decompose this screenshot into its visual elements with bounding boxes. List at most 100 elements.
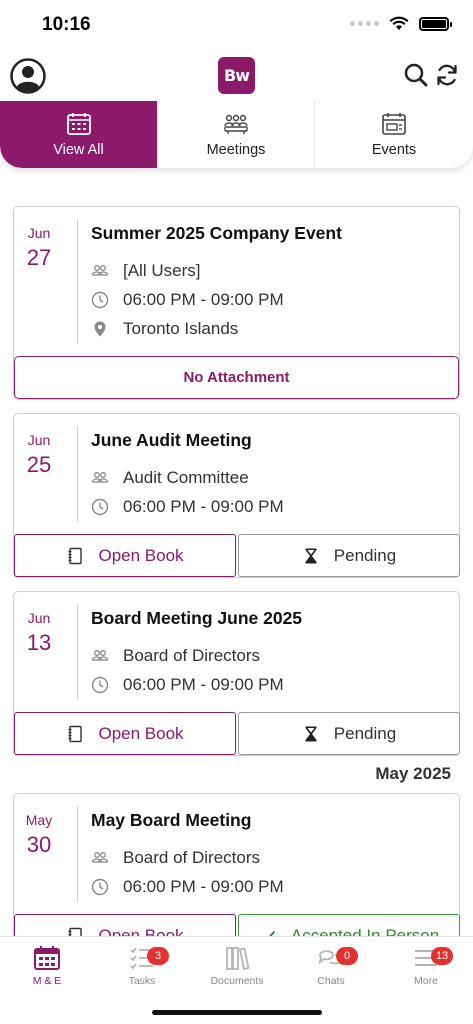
nav-label: Chats	[317, 975, 345, 987]
nav-tasks[interactable]: Tasks 3	[97, 945, 187, 987]
nav-label: M & E	[32, 975, 62, 987]
notebook-icon	[68, 547, 83, 564]
profile-avatar-icon[interactable]	[10, 58, 46, 94]
button-label: Open Book	[98, 723, 184, 743]
divider	[77, 806, 78, 902]
event-card[interactable]: Jun 13 Board Meeting June 2025 Board of …	[13, 591, 460, 756]
chats-badge: 0	[336, 947, 358, 965]
button-label: Open Book	[98, 925, 184, 937]
attendees-row: Board of Directors	[91, 646, 260, 666]
hourglass-icon	[305, 726, 317, 741]
event-month: Jun	[27, 225, 51, 241]
tasks-badge: 3	[147, 947, 169, 965]
event-day: 27	[26, 245, 52, 270]
time-row: 06:00 PM - 09:00 PM	[91, 877, 284, 897]
nav-documents[interactable]: Documents	[192, 945, 282, 987]
home-indicator	[152, 1010, 322, 1015]
tab-events[interactable]: Events	[315, 101, 473, 168]
rsvp-status-button[interactable]: Pending	[238, 712, 460, 755]
event-list[interactable]: Jun 27 Summer 2025 Company Event [All Us…	[0, 168, 473, 936]
event-title: Summer 2025 Company Event	[91, 223, 342, 243]
tab-label: Events	[371, 141, 417, 158]
refresh-icon[interactable]	[434, 62, 460, 88]
event-day: 30	[26, 832, 52, 857]
attendees-row: Audit Committee	[91, 468, 249, 488]
clock-icon	[91, 291, 109, 309]
event-card[interactable]: May 30 May Board Meeting Board of Direct…	[13, 793, 460, 936]
event-day: 13	[26, 630, 52, 655]
time-row: 06:00 PM - 09:00 PM	[91, 497, 284, 517]
location-row: Toronto Islands	[91, 319, 238, 339]
nav-label: Tasks	[128, 975, 156, 987]
tab-meetings[interactable]: Meetings	[158, 101, 315, 168]
calendar-icon	[34, 946, 60, 970]
clock-icon	[91, 878, 109, 896]
button-label: Pending	[333, 545, 397, 565]
event-card[interactable]: Jun 25 June Audit Meeting Audit Committe…	[13, 413, 460, 578]
rsvp-status-button[interactable]: Accepted In Person	[238, 914, 460, 936]
location-text: Toronto Islands	[123, 319, 239, 338]
divider	[77, 219, 78, 343]
checkmark-icon	[261, 930, 276, 936]
clock-icon	[91, 676, 109, 694]
tab-label: Meetings	[206, 141, 266, 158]
divider	[77, 604, 78, 700]
open-book-button[interactable]: Open Book	[14, 914, 236, 936]
people-icon	[91, 262, 109, 280]
status-bar: 10:16	[0, 0, 473, 50]
cellular-signal-icon	[350, 21, 379, 26]
tab-view-all[interactable]: View All	[0, 101, 158, 168]
button-label: Pending	[333, 723, 397, 743]
open-book-button[interactable]: Open Book	[14, 534, 236, 577]
event-calendar-icon	[382, 112, 406, 135]
attendees-text: [All Users]	[123, 261, 201, 280]
time-row: 06:00 PM - 09:00 PM	[91, 290, 284, 310]
meeting-people-icon	[224, 114, 248, 134]
button-label: Accepted In Person	[290, 925, 440, 937]
event-date: Jun 25	[14, 426, 78, 478]
tab-label: View All	[53, 141, 104, 158]
event-month: Jun	[27, 432, 51, 448]
time-text: 06:00 PM - 09:00 PM	[123, 877, 284, 896]
nav-meetings-events[interactable]: M & E	[2, 945, 92, 987]
app-header: Bw	[0, 50, 473, 102]
attendees-row: Board of Directors	[91, 848, 260, 868]
attendees-text: Audit Committee	[123, 468, 249, 487]
button-label: Open Book	[98, 545, 184, 565]
calendar-icon	[66, 112, 91, 135]
notebook-icon	[68, 927, 83, 936]
event-month: Jun	[27, 610, 51, 626]
attendees-text: Board of Directors	[123, 848, 260, 867]
app-logo: Bw	[218, 57, 255, 94]
location-pin-icon	[91, 320, 109, 338]
nav-label: More	[414, 975, 438, 987]
month-section-header: May 2025	[375, 764, 451, 783]
clock-icon	[91, 498, 109, 516]
no-attachment-button[interactable]: No Attachment	[14, 356, 459, 399]
rsvp-status-button[interactable]: Pending	[238, 534, 460, 577]
battery-icon	[419, 16, 452, 31]
status-icons	[350, 16, 452, 31]
nav-label: Documents	[210, 975, 264, 987]
search-icon[interactable]	[403, 62, 429, 88]
event-title: May Board Meeting	[91, 810, 252, 830]
nav-more[interactable]: More 13	[381, 945, 471, 987]
attendees-row: [All Users]	[91, 261, 200, 281]
event-day: 25	[26, 452, 52, 477]
books-icon	[226, 947, 250, 971]
people-icon	[91, 647, 109, 665]
event-title: June Audit Meeting	[91, 430, 252, 450]
more-badge: 13	[431, 947, 453, 965]
people-icon	[91, 849, 109, 867]
nav-chats[interactable]: Chats 0	[286, 945, 376, 987]
attendees-text: Board of Directors	[123, 646, 260, 665]
event-date: Jun 13	[14, 604, 78, 656]
filter-tabs: View All Meetings Events	[0, 101, 473, 168]
event-card[interactable]: Jun 27 Summer 2025 Company Event [All Us…	[13, 206, 460, 400]
people-icon	[91, 469, 109, 487]
notebook-icon	[68, 725, 83, 742]
time-text: 06:00 PM - 09:00 PM	[123, 675, 284, 694]
wifi-icon	[389, 16, 409, 30]
open-book-button[interactable]: Open Book	[14, 712, 236, 755]
event-date: Jun 27	[14, 219, 78, 271]
